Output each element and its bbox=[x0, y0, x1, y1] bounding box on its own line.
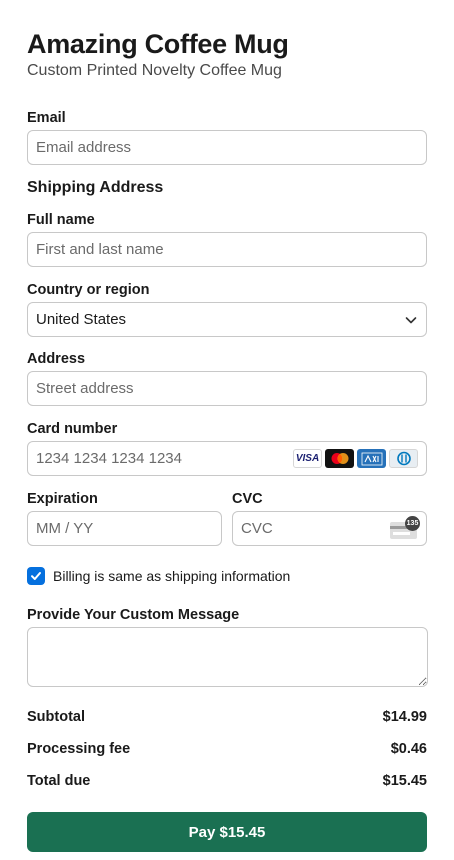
card-number-field: VISA bbox=[27, 441, 427, 476]
chevron-down-icon bbox=[405, 316, 417, 323]
cvc-card-icon: 135 bbox=[390, 516, 420, 540]
subtotal-label: Subtotal bbox=[27, 709, 85, 725]
cvc-icon-digits: 135 bbox=[405, 516, 420, 531]
full-name-input[interactable] bbox=[27, 232, 427, 267]
billing-same-label[interactable]: Billing is same as shipping information bbox=[53, 568, 290, 584]
email-label: Email bbox=[27, 110, 66, 126]
custom-message-label: Provide Your Custom Message bbox=[27, 607, 240, 623]
email-input[interactable] bbox=[27, 130, 427, 165]
country-select[interactable]: United States bbox=[27, 302, 427, 337]
custom-message-textarea[interactable] bbox=[27, 627, 428, 687]
address-input[interactable] bbox=[27, 371, 427, 406]
total-due-label: Total due bbox=[27, 773, 91, 789]
billing-same-row: Billing is same as shipping information bbox=[27, 567, 290, 585]
card-number-label: Card number bbox=[27, 421, 118, 437]
cvc-label: CVC bbox=[232, 491, 263, 507]
expiration-label: Expiration bbox=[27, 491, 98, 507]
billing-same-checkbox[interactable] bbox=[27, 567, 45, 585]
processing-fee-value: $0.46 bbox=[390, 741, 427, 757]
processing-fee-row: Processing fee $0.46 bbox=[27, 741, 427, 757]
country-label: Country or region bbox=[27, 282, 150, 298]
checkmark-icon bbox=[31, 572, 41, 580]
cvc-field: 135 bbox=[232, 511, 427, 546]
product-header: Amazing Coffee Mug Custom Printed Novelt… bbox=[27, 27, 289, 81]
card-brand-icons: VISA bbox=[293, 449, 418, 468]
visa-icon: VISA bbox=[293, 449, 322, 468]
pay-button[interactable]: Pay $15.45 bbox=[27, 812, 427, 852]
amex-icon bbox=[357, 449, 386, 468]
subtotal-row: Subtotal $14.99 bbox=[27, 709, 427, 725]
total-due-value: $15.45 bbox=[382, 773, 427, 789]
shipping-section-title: Shipping Address bbox=[27, 179, 164, 196]
product-subtitle: Custom Printed Novelty Coffee Mug bbox=[27, 62, 282, 79]
mastercard-icon bbox=[325, 449, 354, 468]
expiration-input[interactable] bbox=[27, 511, 222, 546]
country-select-value: United States bbox=[36, 311, 127, 328]
diners-icon bbox=[389, 449, 418, 468]
total-due-row: Total due $15.45 bbox=[27, 773, 427, 789]
product-title: Amazing Coffee Mug bbox=[27, 29, 289, 59]
address-label: Address bbox=[27, 351, 86, 367]
full-name-label: Full name bbox=[27, 212, 95, 228]
subtotal-value: $14.99 bbox=[382, 709, 427, 725]
processing-fee-label: Processing fee bbox=[27, 741, 131, 757]
